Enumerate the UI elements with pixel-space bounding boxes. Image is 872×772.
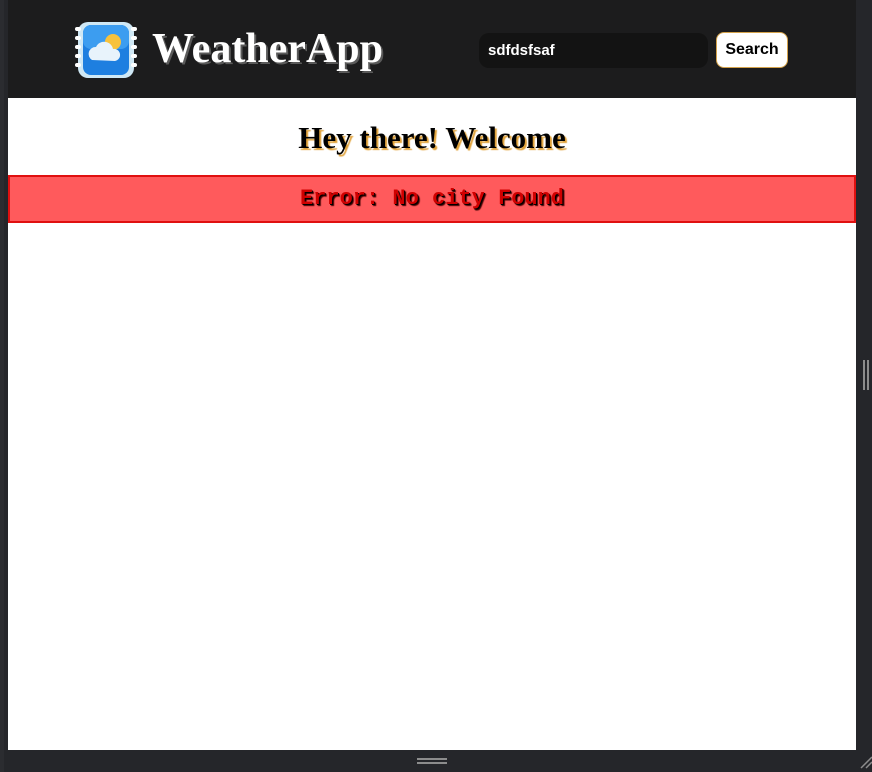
search-button[interactable]: Search [716, 32, 788, 68]
browser-frame: WeatherApp Search Hey there! Welcome Err… [0, 0, 872, 772]
error-message: Error: No city Found [299, 186, 565, 211]
city-search-input[interactable] [479, 33, 708, 68]
page-viewport: WeatherApp Search Hey there! Welcome Err… [8, 0, 856, 750]
horizontal-splitter-handle[interactable] [417, 758, 447, 764]
brand-title: WeatherApp [152, 26, 383, 72]
error-banner: Error: No city Found [8, 175, 856, 223]
weather-app-icon [75, 22, 137, 78]
resize-grip-icon[interactable] [858, 754, 872, 770]
navbar: WeatherApp Search [8, 0, 856, 98]
vertical-splitter-handle[interactable] [863, 360, 869, 390]
welcome-heading: Hey there! Welcome [298, 120, 566, 155]
